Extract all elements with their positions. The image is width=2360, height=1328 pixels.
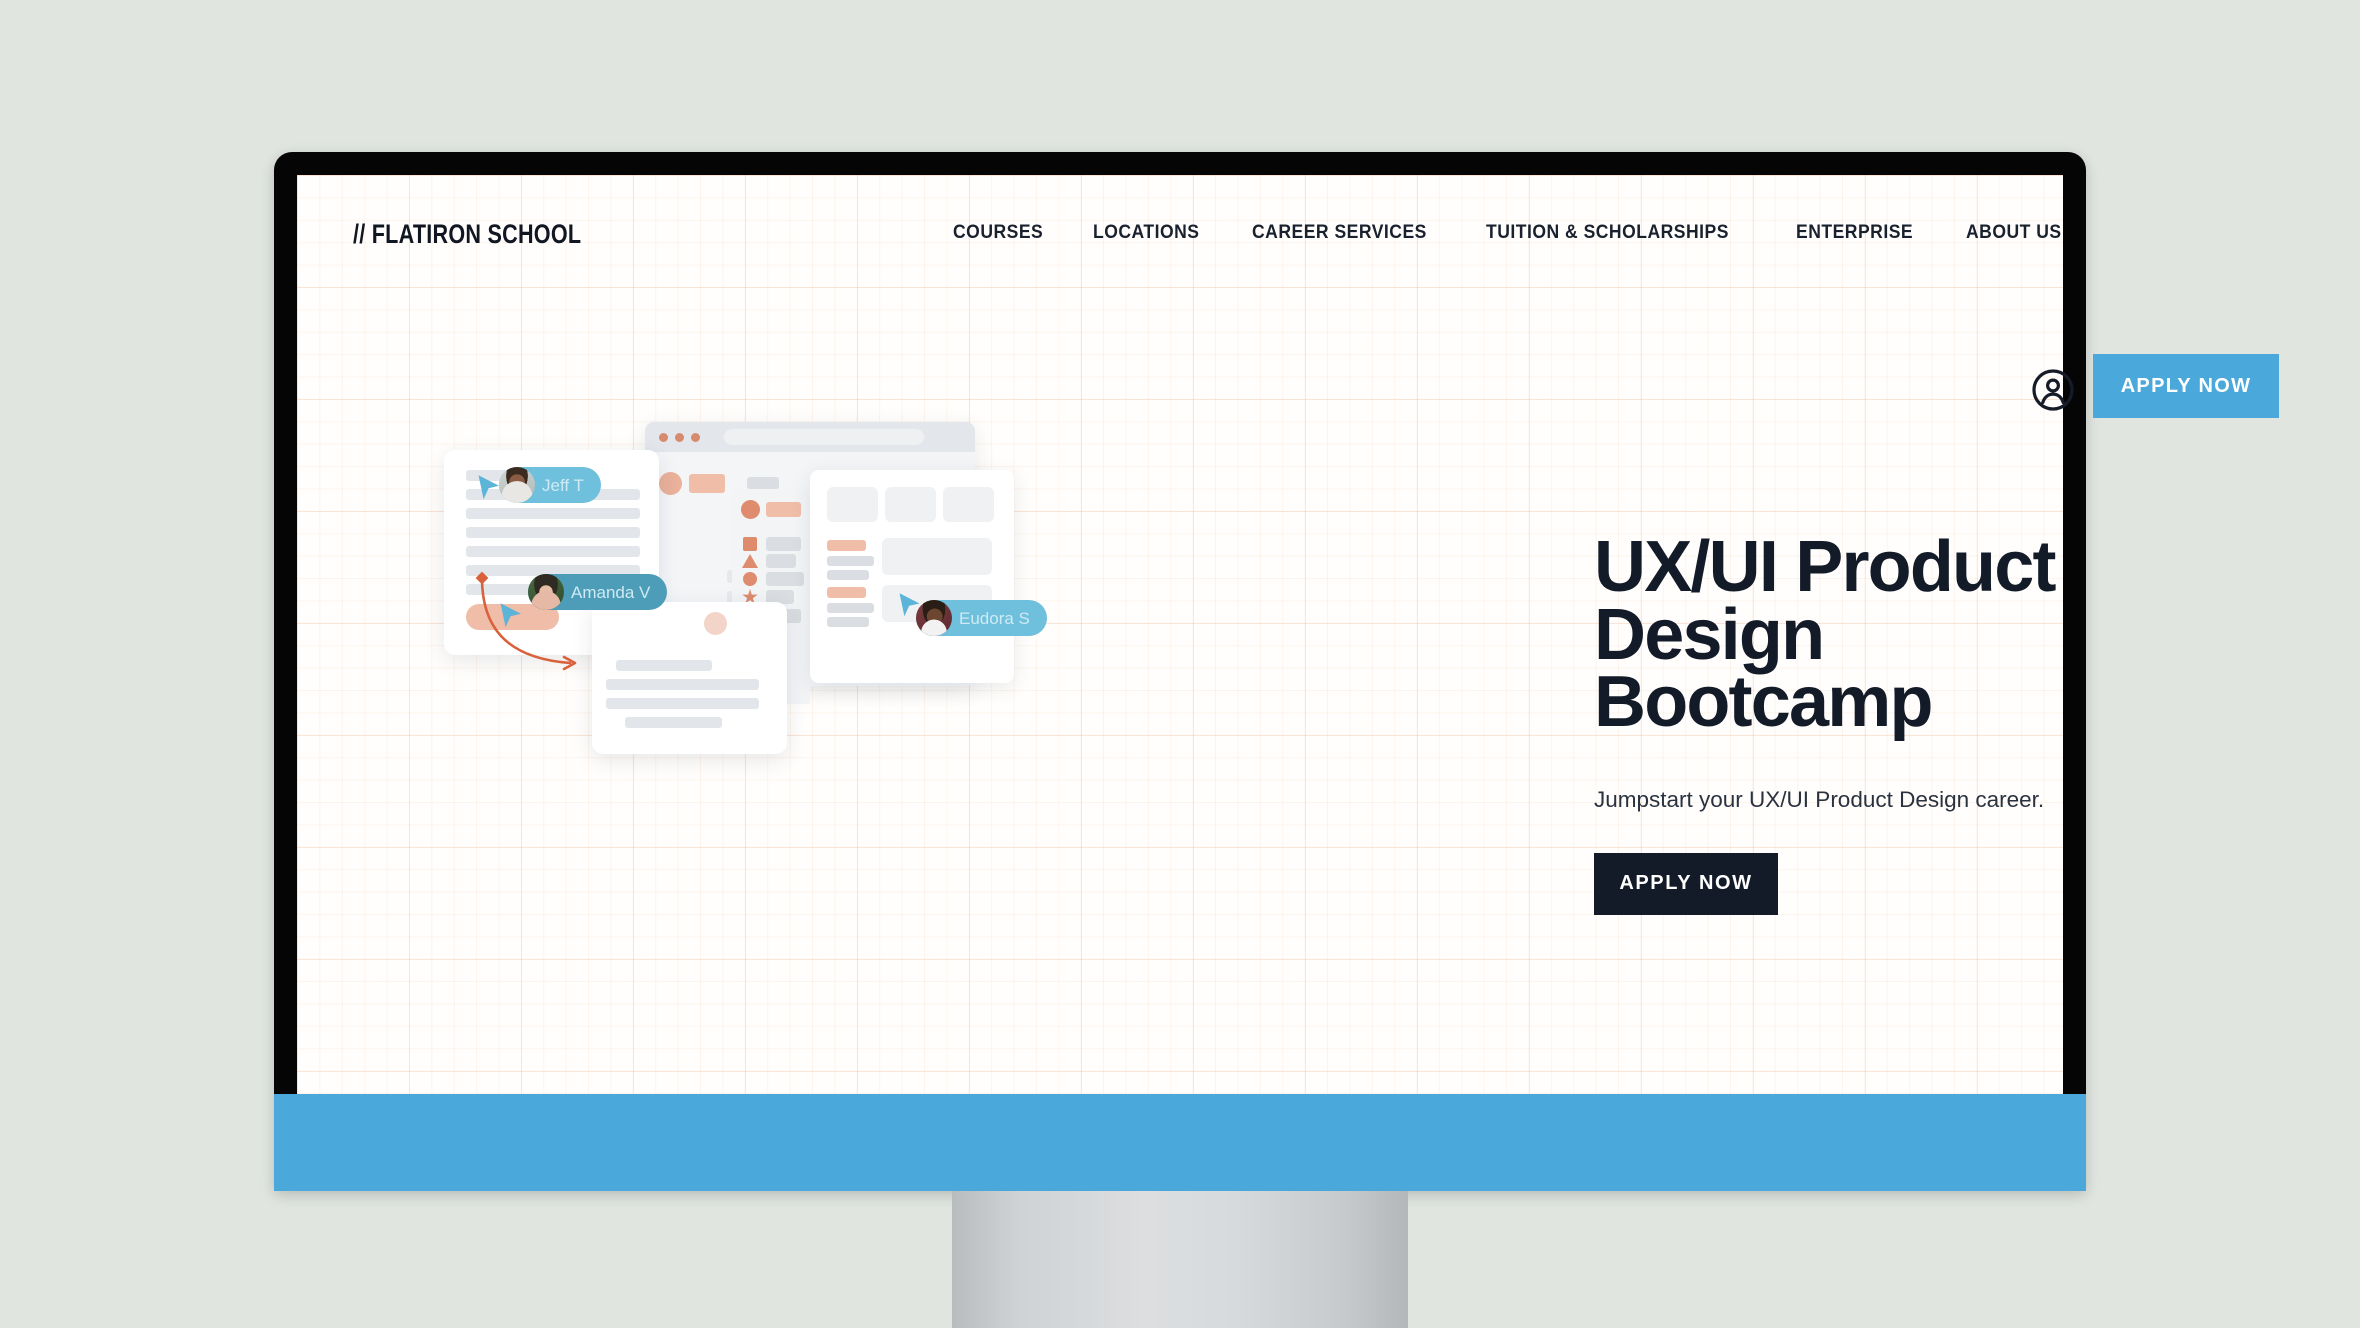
collaborator-cursor-icon: [478, 475, 499, 500]
mock-gray-bar: [827, 603, 874, 613]
collaborator-chip-amanda: Amanda V: [528, 574, 668, 610]
mock-gray-bar: [747, 477, 779, 489]
collaborator-name: Amanda V: [571, 582, 651, 602]
mock-gray-bar: [827, 617, 869, 627]
collaborator-chip-jeff: Jeff T: [499, 467, 601, 503]
mock-tile: [827, 487, 878, 522]
mock-browser-chrome: [645, 422, 975, 452]
browser-dot-icon: [675, 433, 684, 442]
mock-gray-bar: [766, 572, 804, 586]
account-circle-icon[interactable]: [2030, 367, 2076, 413]
mock-gray-bar: [766, 554, 796, 568]
nav-apply-now-label: APPLY NOW: [2120, 374, 2252, 397]
mock-text-line: [616, 660, 712, 671]
mock-salmon-bar: [827, 540, 866, 551]
triangle-icon: [742, 554, 758, 568]
mock-tile: [882, 538, 992, 575]
collaborator-name: Eudora S: [959, 608, 1030, 628]
mock-text-line: [606, 679, 759, 690]
mock-content-panel: [810, 470, 1014, 683]
hero-apply-now-button[interactable]: APPLY NOW: [1594, 852, 1778, 915]
avatar: [916, 600, 952, 636]
hero-subtitle: Jumpstart your UX/UI Product Design care…: [1594, 787, 2045, 813]
collaborator-chip-eudora: Eudora S: [916, 600, 1047, 636]
mock-text-line: [466, 508, 640, 519]
circle-icon: [741, 500, 760, 519]
mock-comment-card: [592, 602, 787, 754]
nav-apply-now-button[interactable]: APPLY NOW: [2093, 354, 2279, 418]
mock-gray-bar: [827, 556, 874, 566]
monitor-stand-neck: [952, 1191, 1408, 1328]
mock-tile: [943, 487, 994, 522]
mock-text-line: [625, 717, 722, 728]
circle-icon: [743, 572, 757, 586]
hero-copy-block: UX/UI Product Design Bootcamp Jumpstart …: [1594, 527, 2154, 915]
mock-text-line: [466, 546, 640, 557]
hero-illustration: Jeff T Amanda V Eudora S: [444, 422, 1144, 822]
mock-salmon-bar: [689, 474, 725, 493]
mock-salmon-bar: [827, 587, 866, 598]
monitor-bezel: // FLATIRON SCHOOL COURSES LOCATIONS CAR…: [274, 152, 2279, 1191]
mock-gray-bar: [827, 570, 869, 580]
mock-url-bar: [724, 429, 924, 445]
mock-text-line: [606, 698, 759, 709]
mock-salmon-bar: [766, 502, 801, 517]
footer-accent-band: [274, 1094, 2086, 1191]
mock-text-line: [466, 527, 640, 538]
mock-circle-shape: [704, 612, 727, 635]
mock-gray-bar: [766, 537, 801, 551]
browser-dot-icon: [691, 433, 700, 442]
square-icon: [743, 537, 757, 551]
page-title: UX/UI Product Design Bootcamp: [1594, 527, 2056, 743]
avatar: [528, 574, 564, 610]
avatar: [499, 467, 535, 503]
site-header: [297, 175, 2063, 280]
mock-circle-shape: [659, 472, 682, 495]
collaborator-name: Jeff T: [542, 475, 584, 495]
browser-dot-icon: [659, 433, 668, 442]
hero-apply-now-label: APPLY NOW: [1619, 872, 1753, 895]
mock-tile: [885, 487, 936, 522]
